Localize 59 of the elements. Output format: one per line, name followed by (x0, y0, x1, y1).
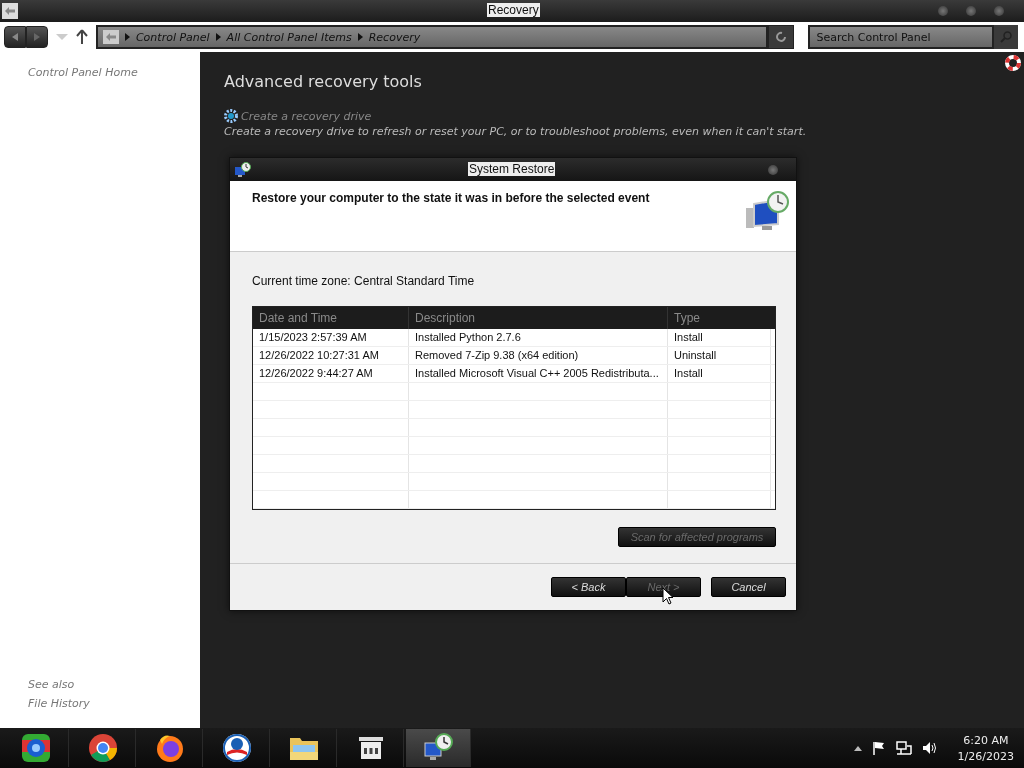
column-header[interactable]: Type (668, 307, 771, 329)
restore-point-row[interactable]: 12/26/2022 10:27:31 AM Removed 7-Zip 9.38 (x64 edition) Uninstall (253, 347, 775, 365)
description-cell: Installed Microsoft Visual C++ 2005 Redistributa... (409, 365, 668, 382)
chevron-icon (124, 33, 130, 41)
description-cell: Installed Python 2.7.6 (409, 329, 668, 346)
date-cell: 12/26/2022 10:27:31 AM (253, 347, 409, 364)
clock[interactable]: 6:20 AM 1/26/2023 (957, 733, 1014, 763)
date-cell: 1/15/2023 2:57:39 AM (253, 329, 409, 346)
sidebar-link[interactable]: File History (28, 697, 200, 710)
window-title: Recovery (487, 3, 540, 17)
column-header[interactable]: Description (409, 307, 668, 329)
circle-logo-icon (221, 732, 253, 764)
computer-clock-icon (234, 161, 252, 178)
recovery-drive-link[interactable]: Create a recovery drive (241, 109, 372, 123)
chrome-icon (87, 732, 119, 764)
gear-icon (224, 109, 238, 123)
section-heading: Advanced recovery tools (224, 72, 422, 91)
type-cell: Install (668, 365, 771, 382)
refresh-icon (775, 31, 788, 43)
restore-point-row[interactable]: 12/26/2022 9:44:27 AM Installed Microsoft Visual C++ 2005 Redistributa... Install (253, 365, 775, 383)
sidebar-link[interactable]: Control Panel Home (28, 66, 200, 79)
network-icon[interactable] (895, 741, 912, 755)
description-cell: Removed 7-Zip 9.38 (x64 edition) (409, 347, 668, 364)
minimize-button[interactable] (938, 6, 948, 16)
type-cell: Uninstall (668, 347, 771, 364)
wizard-button[interactable]: Cancel (711, 577, 786, 597)
ball-app-icon (20, 732, 52, 764)
refresh-button[interactable] (768, 25, 795, 49)
address-bar[interactable]: Control Panel All Control Panel Items Recovery (95, 25, 769, 49)
breadcrumb-link[interactable]: All Control Panel Items (226, 30, 352, 44)
chevron-icon (215, 33, 221, 41)
back-button[interactable] (4, 26, 26, 48)
speaker-icon[interactable] (921, 741, 938, 755)
control-panel-icon (102, 30, 119, 44)
maximize-button[interactable] (966, 6, 976, 16)
forward-icon (34, 33, 40, 41)
taskbar-button[interactable] (406, 729, 471, 767)
breadcrumb-link[interactable]: Recovery (368, 30, 421, 44)
caret-up-icon[interactable] (853, 745, 862, 751)
up-arrow-icon[interactable] (75, 29, 88, 45)
restore-point-row[interactable]: 1/15/2023 2:57:39 AM Installed Python 2.7.6 Install (253, 329, 775, 347)
flag-icon[interactable] (871, 741, 886, 755)
lifebuoy-icon[interactable] (1005, 55, 1021, 71)
link-description: Create a recovery drive to refresh or reset your PC, or to troubleshoot problems, even when it can't start. (224, 125, 807, 138)
time-zone-label: Current time zone: Central Standard Time (252, 274, 476, 288)
close-button[interactable] (768, 164, 778, 175)
see-also-heading: See also (28, 678, 76, 691)
date-cell: 12/26/2022 9:44:27 AM (253, 365, 409, 382)
breadcrumb-link[interactable]: Control Panel (135, 30, 210, 44)
close-button[interactable] (994, 6, 1004, 16)
chevron-icon (357, 33, 363, 41)
forward-button[interactable] (26, 26, 48, 48)
dialog-heading: Restore your computer to the state it was in before the selected event (252, 191, 650, 205)
search-field[interactable]: Search Control Panel (808, 25, 994, 49)
type-cell: Install (668, 329, 771, 346)
dialog-title: System Restore (468, 162, 556, 176)
back-icon (12, 33, 18, 41)
column-header[interactable]: Date and Time (253, 307, 409, 329)
wizard-button[interactable]: < Back (551, 577, 626, 597)
